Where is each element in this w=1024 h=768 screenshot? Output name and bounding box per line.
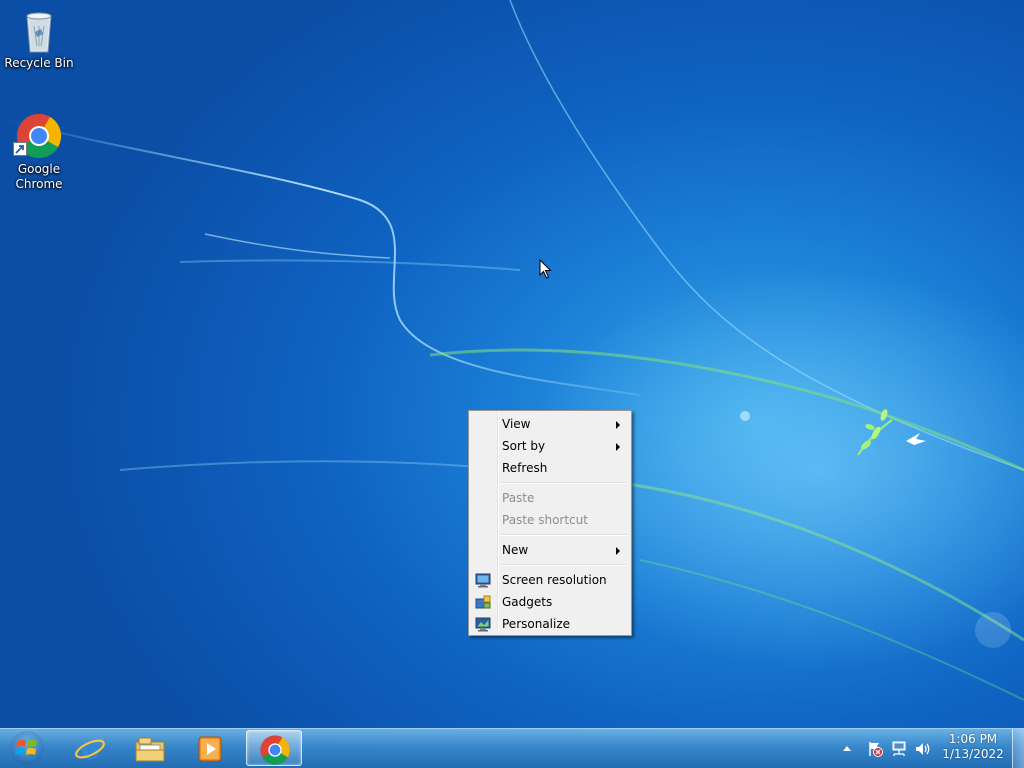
clock-time: 1:06 PM bbox=[948, 732, 998, 746]
recycle-bin-icon bbox=[15, 6, 63, 54]
submenu-arrow-icon bbox=[616, 421, 620, 429]
submenu-arrow-icon bbox=[616, 443, 620, 451]
clock-date: 1/13/2022 bbox=[942, 747, 1004, 761]
internet-explorer-icon: e bbox=[75, 733, 105, 765]
desktop-icon-recycle-bin[interactable]: Recycle Bin bbox=[1, 6, 77, 71]
shortcut-arrow-icon bbox=[13, 142, 27, 156]
menu-separator bbox=[499, 482, 627, 484]
media-player-icon bbox=[198, 736, 222, 762]
taskbar-chrome-button[interactable] bbox=[246, 730, 302, 766]
menu-item-sort-by[interactable]: Sort by bbox=[471, 435, 629, 457]
network-icon[interactable] bbox=[890, 740, 908, 758]
windows-logo-icon bbox=[10, 731, 44, 765]
menu-item-screen-resolution[interactable]: Screen resolution bbox=[471, 569, 629, 591]
personalize-icon bbox=[475, 617, 491, 632]
menu-item-view[interactable]: View bbox=[471, 413, 629, 435]
screen-resolution-icon bbox=[475, 573, 491, 588]
chrome-icon bbox=[260, 735, 290, 765]
menu-item-personalize[interactable]: Personalize bbox=[471, 613, 629, 635]
volume-icon[interactable] bbox=[914, 740, 932, 758]
menu-item-new[interactable]: New bbox=[471, 539, 629, 561]
menu-item-paste-shortcut[interactable]: Paste shortcut bbox=[471, 509, 629, 531]
menu-item-paste[interactable]: Paste bbox=[471, 487, 629, 509]
mouse-cursor-icon bbox=[539, 259, 552, 279]
desktop-context-menu: View Sort by Refresh Paste Paste shortcu… bbox=[468, 410, 632, 636]
menu-separator bbox=[499, 534, 627, 536]
desktop-icon-google-chrome[interactable]: Google Chrome bbox=[1, 112, 77, 192]
desktop-icon-label: Google Chrome bbox=[15, 162, 63, 191]
svg-text:e: e bbox=[81, 733, 99, 765]
chrome-icon bbox=[13, 112, 63, 160]
windows-explorer-icon bbox=[135, 737, 165, 762]
start-button[interactable] bbox=[4, 729, 50, 767]
menu-item-label: Screen resolution bbox=[502, 573, 607, 587]
menu-item-label: Gadgets bbox=[502, 595, 553, 609]
taskbar-windows-explorer-button[interactable] bbox=[122, 730, 178, 766]
taskbar-internet-explorer-button[interactable]: e bbox=[62, 730, 118, 766]
taskbar-media-player-button[interactable] bbox=[182, 730, 238, 766]
menu-item-label: Paste bbox=[502, 491, 535, 505]
show-hidden-icons-button[interactable] bbox=[842, 744, 852, 752]
menu-separator bbox=[499, 564, 627, 566]
menu-item-label: View bbox=[502, 417, 531, 431]
desktop[interactable]: Recycle Bin Google Chrome View Sort by R… bbox=[0, 0, 1024, 768]
desktop-icon-label: Recycle Bin bbox=[4, 56, 74, 70]
action-center-flag-icon[interactable] bbox=[866, 740, 884, 758]
menu-item-gadgets[interactable]: Gadgets bbox=[471, 591, 629, 613]
menu-item-label: New bbox=[502, 543, 529, 557]
gadgets-icon bbox=[475, 595, 491, 609]
menu-item-label: Paste shortcut bbox=[502, 513, 588, 527]
menu-item-label: Personalize bbox=[502, 617, 571, 631]
submenu-arrow-icon bbox=[616, 547, 620, 555]
menu-item-label: Refresh bbox=[502, 461, 548, 475]
menu-item-refresh[interactable]: Refresh bbox=[471, 457, 629, 479]
menu-item-label: Sort by bbox=[502, 439, 546, 453]
show-desktop-button[interactable] bbox=[1012, 729, 1024, 768]
taskbar-clock[interactable]: 1:06 PM 1/13/2022 bbox=[938, 732, 1008, 762]
